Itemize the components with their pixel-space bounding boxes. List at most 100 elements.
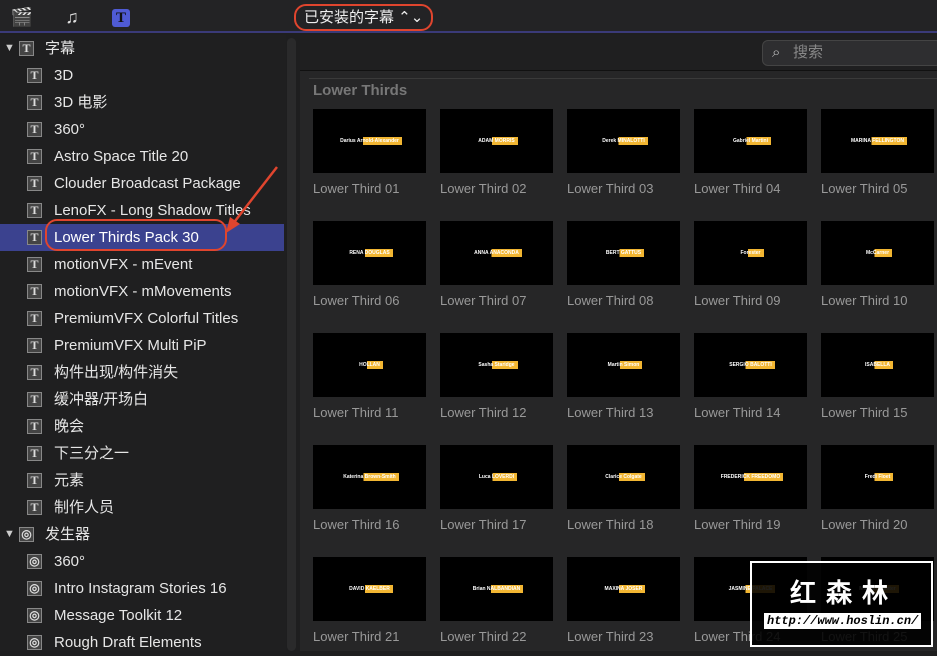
title-tile[interactable]: RENA DOUGLAS Lower Third 06 (313, 221, 426, 308)
tile-name: Lower Third 03 (567, 181, 654, 196)
title-tile[interactable]: Martin Simon Lower Third 13 (567, 333, 680, 420)
tile-thumbnail[interactable]: Martin Simon (567, 333, 680, 397)
sidebar-item[interactable]: ◎ Intro Instagram Stories 16 (0, 575, 284, 602)
tile-thumbnail[interactable]: DAVID KAELBER (313, 557, 426, 621)
tile-thumbnail[interactable]: Katerina Brown-Smith (313, 445, 426, 509)
title-tile[interactable]: McCarner Lower Third 10 (821, 221, 934, 308)
thumbnail-text: Sasha Staridge (475, 361, 518, 369)
section-title: Lower Thirds (313, 82, 408, 99)
title-icon: T (27, 95, 42, 110)
thumbnail-text: Darius Arnold-Alexander (337, 137, 402, 145)
sidebar-item[interactable]: T 晚会 (0, 413, 284, 440)
disclosure-triangle-icon[interactable]: ▼ (4, 35, 15, 62)
generator-icon: ◎ (27, 635, 42, 650)
sidebar-item[interactable]: T 制作人员 (0, 494, 284, 521)
sidebar-item-label: 360° (54, 553, 86, 570)
tile-thumbnail[interactable]: Luca LOVERDI (440, 445, 553, 509)
title-tile[interactable]: ISABELLA Lower Third 15 (821, 333, 934, 420)
title-icon: T (27, 203, 42, 218)
sidebar-item[interactable]: T 构件出现/构件消失 (0, 359, 284, 386)
title-tile[interactable]: HOLLAN Lower Third 11 (313, 333, 426, 420)
title-tile[interactable]: FREDERICK FREEDOMO Lower Third 19 (694, 445, 807, 532)
clapper-star-icon[interactable]: 🎬 (10, 6, 34, 28)
title-tile[interactable]: BERT GATTUS Lower Third 08 (567, 221, 680, 308)
tile-thumbnail[interactable]: Brian NALBANDIAN (440, 557, 553, 621)
title-tile[interactable]: MAXINA JOSER Lower Third 23 (567, 557, 680, 644)
title-tile[interactable]: Fredi Floet Lower Third 20 (821, 445, 934, 532)
title-tile[interactable]: MARINA FELLINGTON Lower Third 05 (821, 109, 934, 196)
title-tile[interactable]: Brian NALBANDIAN Lower Third 22 (440, 557, 553, 644)
sidebar-item[interactable]: T 3D (0, 62, 284, 89)
tile-name: Lower Third 21 (313, 629, 400, 644)
sidebar-item[interactable]: ◎ 360° (0, 548, 284, 575)
sidebar-item[interactable]: TmotionVFX - mMovements (0, 278, 284, 305)
tile-thumbnail[interactable]: BERT GATTUS (567, 221, 680, 285)
tile-thumbnail[interactable]: ANNA ANACONDA (440, 221, 553, 285)
thumbnail-text: MARINA FELLINGTON (847, 137, 908, 145)
sidebar-group-0[interactable]: ▼ T 字幕 (0, 35, 284, 62)
sidebar-item-label: 制作人员 (54, 499, 115, 516)
sidebar-item[interactable]: TmotionVFX - mEvent (0, 251, 284, 278)
sidebar-group-1[interactable]: ▼ ◎ 发生器 (0, 521, 284, 548)
title-tile[interactable]: ANNA ANACONDA Lower Third 07 (440, 221, 553, 308)
sidebar-item-label: 构件出现/构件消失 (54, 364, 179, 381)
sidebar-item[interactable]: ◎ Message Toolkit 12 (0, 602, 284, 629)
title-tile[interactable]: Sasha Staridge Lower Third 12 (440, 333, 553, 420)
titles-source-dropdown[interactable]: 已安装的字幕 ⌃⌄ (294, 4, 434, 31)
tile-thumbnail[interactable]: HOLLAN (313, 333, 426, 397)
title-tile[interactable]: ADAM MORRIS Lower Third 02 (440, 109, 553, 196)
thumbnail-text: Derek MINALOTTI (599, 137, 648, 145)
music-photo-icon[interactable]: ♫ (60, 6, 84, 28)
thumbnail-text: ADAM MORRIS (475, 137, 518, 145)
titles-icon[interactable]: T (112, 9, 130, 27)
thumbnail-text: Forester (737, 249, 764, 257)
sidebar-item[interactable]: T 缓冲器/开场白 (0, 386, 284, 413)
tile-thumbnail[interactable]: Derek MINALOTTI (567, 109, 680, 173)
tile-thumbnail[interactable]: FREDERICK FREEDOMO (694, 445, 807, 509)
sidebar-item[interactable]: T PremiumVFX Multi PiP (0, 332, 284, 359)
sidebar-item[interactable]: T 元素 (0, 467, 284, 494)
tile-thumbnail[interactable]: ADAM MORRIS (440, 109, 553, 173)
tile-thumbnail[interactable]: MARINA FELLINGTON (821, 109, 934, 173)
thumbnail-text: ANNA ANACONDA (471, 249, 522, 257)
sidebar-item[interactable]: T 360° (0, 116, 284, 143)
title-tile[interactable]: Katerina Brown-Smith Lower Third 16 (313, 445, 426, 532)
watermark-url: http://www.hoslin.cn/ (764, 613, 922, 629)
tile-thumbnail[interactable]: MAXINA JOSER (567, 557, 680, 621)
sidebar-item-label: 元素 (54, 472, 85, 489)
tile-thumbnail[interactable]: ISABELLA (821, 333, 934, 397)
title-tile[interactable]: Clarice Colgate Lower Third 18 (567, 445, 680, 532)
tile-thumbnail[interactable]: Gabriel Martini (694, 109, 807, 173)
tile-thumbnail[interactable]: Fredi Floet (821, 445, 934, 509)
sidebar-item-label: 缓冲器/开场白 (54, 391, 149, 408)
title-tile[interactable]: Derek MINALOTTI Lower Third 03 (567, 109, 680, 196)
title-tile[interactable]: Forester Lower Third 09 (694, 221, 807, 308)
tile-thumbnail[interactable]: SERGIO BALOTTI (694, 333, 807, 397)
disclosure-triangle-icon[interactable]: ▼ (4, 521, 15, 548)
title-icon: T (27, 257, 42, 272)
sidebar-item[interactable]: T 3D 电影 (0, 89, 284, 116)
title-icon: T (27, 122, 42, 137)
tile-thumbnail[interactable]: McCarner (821, 221, 934, 285)
tile-thumbnail[interactable]: Darius Arnold-Alexander (313, 109, 426, 173)
title-tile[interactable]: Gabriel Martini Lower Third 04 (694, 109, 807, 196)
tile-thumbnail[interactable]: Sasha Staridge (440, 333, 553, 397)
sidebar-item[interactable]: ◎ Rough Draft Elements (0, 629, 284, 656)
title-tile[interactable]: SERGIO BALOTTI Lower Third 14 (694, 333, 807, 420)
tile-thumbnail[interactable]: RENA DOUGLAS (313, 221, 426, 285)
sidebar-scrollbar[interactable] (287, 38, 296, 651)
tile-name: Lower Third 20 (821, 517, 908, 532)
sidebar-item[interactable]: T 下三分之一 (0, 440, 284, 467)
title-tile[interactable]: Luca LOVERDI Lower Third 17 (440, 445, 553, 532)
thumbnail-text: BERT GATTUS (602, 249, 645, 257)
tile-thumbnail[interactable]: Forester (694, 221, 807, 285)
title-icon: T (27, 392, 42, 407)
search-input[interactable]: ⌕ 搜索 (762, 40, 937, 66)
sidebar-item[interactable]: T PremiumVFX Colorful Titles (0, 305, 284, 332)
tile-thumbnail[interactable]: Clarice Colgate (567, 445, 680, 509)
title-icon: T (19, 41, 34, 56)
tile-name: Lower Third 14 (694, 405, 781, 420)
title-icon: T (27, 68, 42, 83)
title-tile[interactable]: Darius Arnold-Alexander Lower Third 01 (313, 109, 426, 196)
title-tile[interactable]: DAVID KAELBER Lower Third 21 (313, 557, 426, 644)
